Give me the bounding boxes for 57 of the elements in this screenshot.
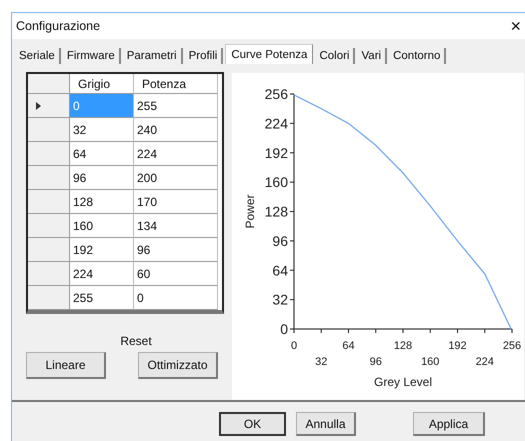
- table-cell[interactable]: 96: [70, 166, 134, 190]
- table-cell[interactable]: 96: [134, 238, 218, 262]
- window-title: Configurazione: [16, 19, 100, 33]
- table-cell[interactable]: 0: [134, 286, 218, 310]
- tab[interactable]: Curve Potenza: [225, 44, 314, 64]
- dialog-button[interactable]: Applica: [413, 412, 485, 436]
- table-cell[interactable]: 224: [70, 262, 134, 286]
- reset-button[interactable]: Ottimizzato: [138, 352, 218, 379]
- y-tick-label: 160: [264, 174, 288, 190]
- y-tick-label: 224: [264, 115, 288, 132]
- close-button[interactable]: ×: [510, 17, 521, 35]
- table-cell[interactable]: 192: [70, 238, 134, 262]
- row-header[interactable]: [28, 142, 70, 166]
- dialog-button[interactable]: Annulla: [296, 412, 356, 436]
- table-cell[interactable]: 240: [134, 118, 218, 142]
- table-cell[interactable]: 60: [134, 262, 218, 286]
- row-header[interactable]: [28, 166, 70, 190]
- table-cell[interactable]: 224: [134, 142, 218, 166]
- row-header[interactable]: [28, 262, 70, 286]
- reset-label: Reset: [120, 334, 152, 348]
- x-tick-label: 192: [448, 340, 467, 352]
- y-tick-label: 64: [272, 262, 288, 278]
- y-tick-label: 128: [264, 204, 288, 220]
- table-cell[interactable]: 160: [70, 214, 134, 238]
- y-tick-label: 256: [264, 86, 288, 102]
- y-axis-title: Power: [243, 194, 257, 228]
- x-axis-title: Grey Level: [374, 375, 432, 389]
- x-tick-label: 224: [476, 356, 494, 368]
- table-cell[interactable]: 128: [70, 190, 134, 214]
- x-tick-label: 256: [502, 340, 522, 352]
- table-cell[interactable]: 200: [134, 166, 218, 190]
- x-tick-label: 96: [370, 356, 382, 368]
- reset-button[interactable]: Lineare: [26, 352, 106, 379]
- table-cell[interactable]: 134: [134, 214, 218, 238]
- dialog-button[interactable]: OK: [219, 412, 286, 436]
- x-tick-label: 32: [315, 356, 328, 368]
- y-tick-label: 0: [280, 321, 288, 337]
- x-tick-label: 128: [394, 340, 412, 352]
- table-cell[interactable]: 170: [134, 190, 218, 214]
- x-tick-label: 64: [342, 340, 355, 352]
- y-tick-label: 96: [272, 232, 288, 249]
- current-row-icon: [36, 102, 41, 110]
- table-cell[interactable]: 64: [70, 142, 134, 166]
- table-cell[interactable]: 255: [70, 286, 134, 310]
- x-tick-label: 0: [290, 340, 298, 352]
- row-header[interactable]: [28, 238, 70, 262]
- corner-header: [28, 74, 70, 94]
- y-tick-label: 32: [272, 292, 288, 308]
- row-header[interactable]: [28, 190, 70, 214]
- table-cell[interactable]: 255: [134, 94, 218, 118]
- row-header[interactable]: [28, 286, 70, 310]
- table-cell[interactable]: 32: [70, 118, 134, 142]
- row-header[interactable]: [28, 118, 70, 142]
- row-header[interactable]: [28, 94, 70, 118]
- row-header[interactable]: [28, 214, 70, 238]
- y-tick-label: 192: [264, 144, 288, 161]
- x-tick-label: 160: [421, 356, 440, 368]
